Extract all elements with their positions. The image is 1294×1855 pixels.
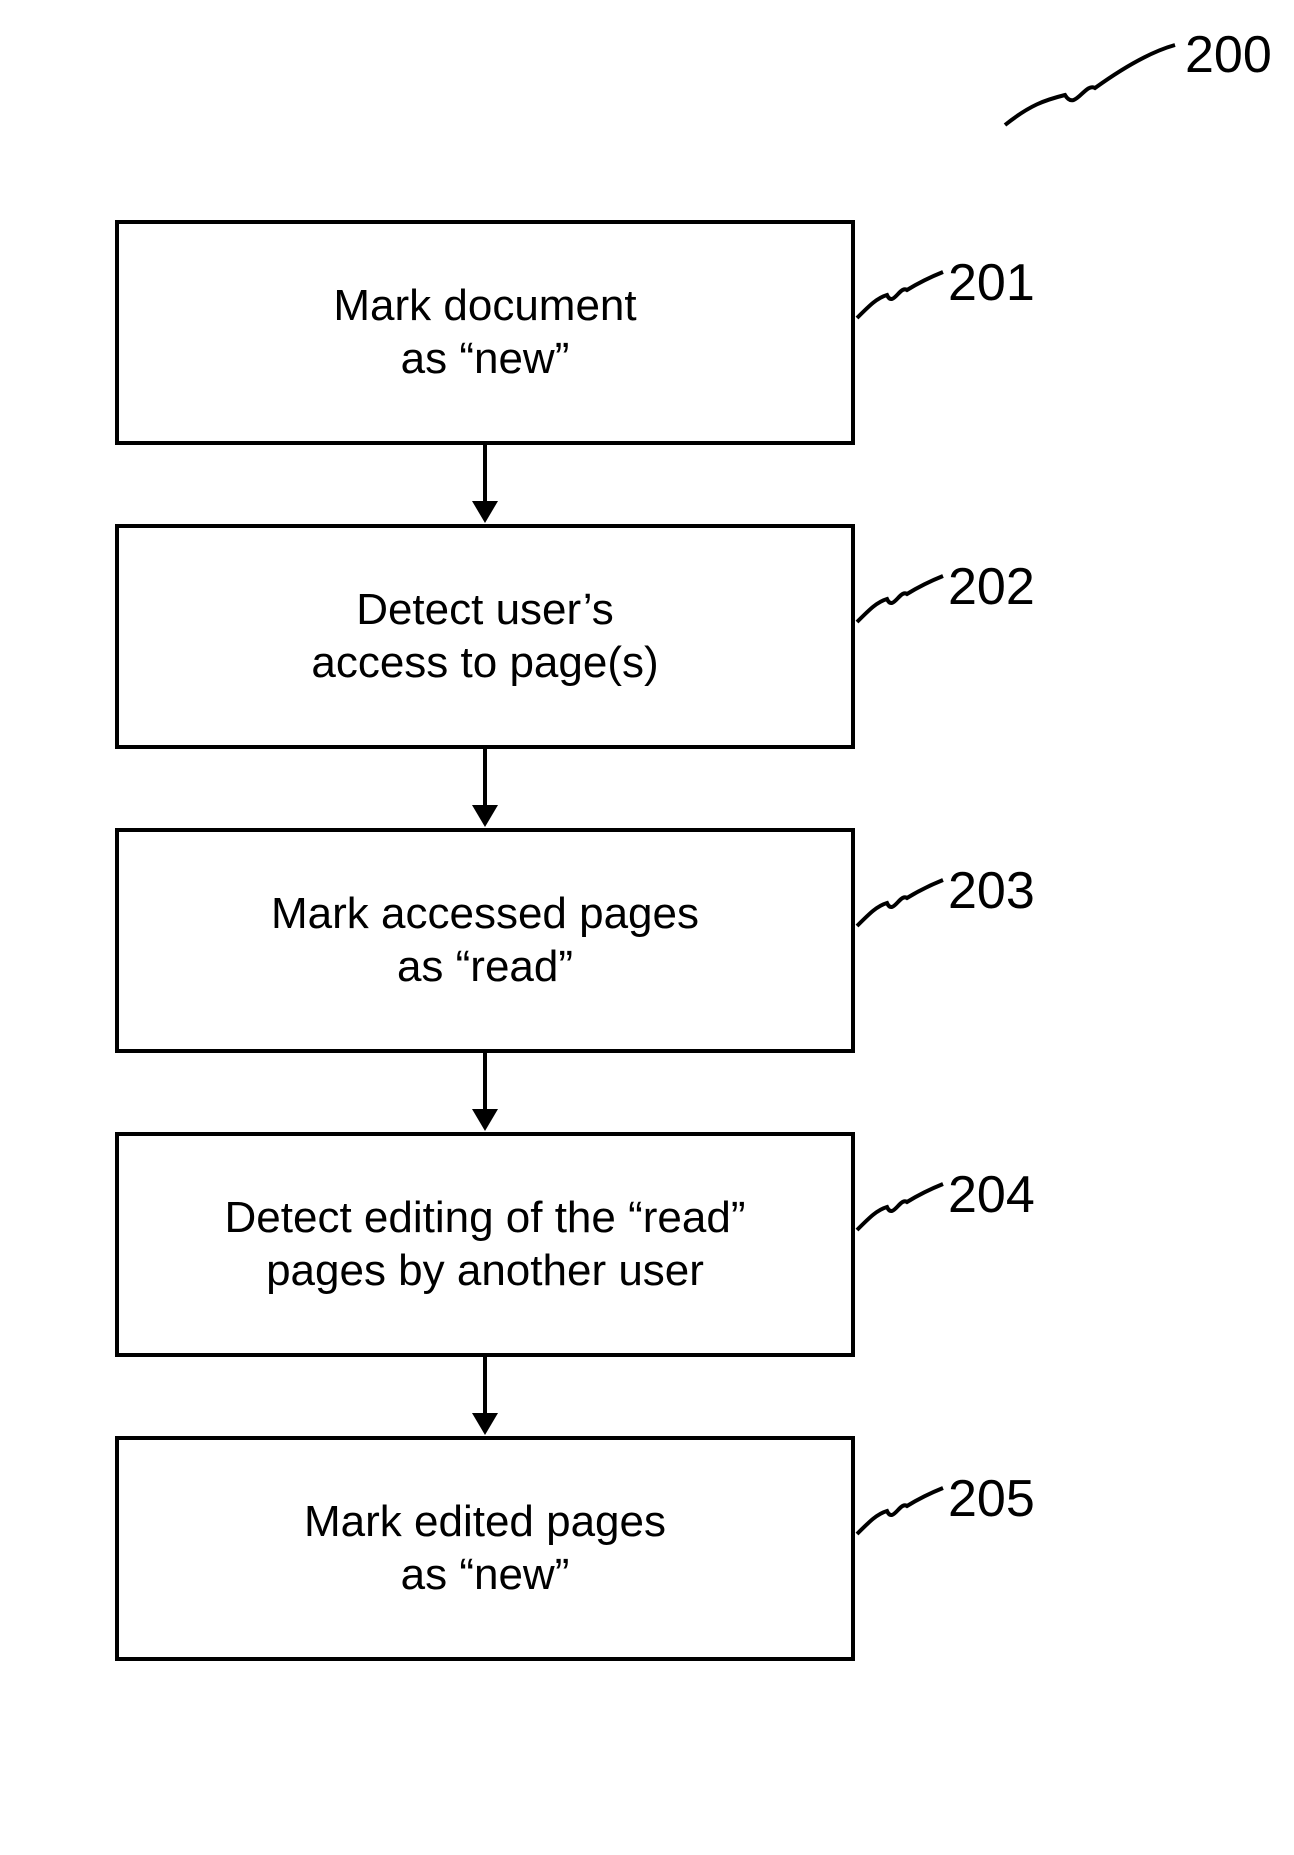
ref-squiggle-201 <box>855 270 945 320</box>
step-text-line: pages by another user <box>266 1245 704 1298</box>
step-ref-201: 201 <box>948 253 1035 313</box>
step-box-203: Mark accessed pages as “read” <box>115 828 855 1053</box>
arrow-down-icon <box>460 749 510 829</box>
figure-ref-label: 200 <box>1185 25 1272 85</box>
step-text-line: Detect user’s <box>356 584 614 637</box>
step-text-line: access to page(s) <box>311 637 658 690</box>
step-box-202: Detect user’s access to page(s) <box>115 524 855 749</box>
step-ref-202: 202 <box>948 557 1035 617</box>
step-text-line: Mark edited pages <box>304 1496 666 1549</box>
ref-squiggle-205 <box>855 1486 945 1536</box>
arrow-down-icon <box>460 1053 510 1133</box>
ref-squiggle-203 <box>855 878 945 928</box>
arrow-down-icon <box>460 1357 510 1437</box>
step-text-line: as “new” <box>401 333 570 386</box>
step-text-line: Detect editing of the “read” <box>225 1192 746 1245</box>
figure-ref-squiggle <box>1000 40 1180 130</box>
flowchart-canvas: 200 Mark document as “new” 201 Detect us… <box>0 0 1294 1855</box>
step-box-201: Mark document as “new” <box>115 220 855 445</box>
step-text-line: Mark document <box>333 280 636 333</box>
step-ref-203: 203 <box>948 861 1035 921</box>
step-ref-205: 205 <box>948 1469 1035 1529</box>
step-box-205: Mark edited pages as “new” <box>115 1436 855 1661</box>
step-box-204: Detect editing of the “read” pages by an… <box>115 1132 855 1357</box>
arrow-down-icon <box>460 445 510 525</box>
ref-squiggle-204 <box>855 1182 945 1232</box>
step-ref-204: 204 <box>948 1165 1035 1225</box>
step-text-line: as “new” <box>401 1549 570 1602</box>
ref-squiggle-202 <box>855 574 945 624</box>
step-text-line: Mark accessed pages <box>271 888 699 941</box>
step-text-line: as “read” <box>397 941 573 994</box>
